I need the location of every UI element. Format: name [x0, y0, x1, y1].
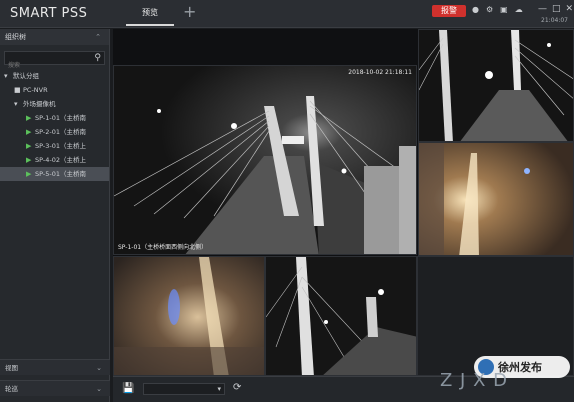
video-tile-main[interactable]: 2018-10-02 21:18:11 SP-1-01（主桥桥面西侧向北侧） — [113, 65, 417, 255]
chevron-down-icon[interactable]: ⌄ — [96, 360, 102, 376]
camera-icon: ▶ — [26, 128, 32, 136]
video-timestamp: 2018-10-02 21:18:11 — [348, 69, 412, 76]
gear-icon[interactable]: ⚙ — [486, 4, 493, 16]
app-brand: SMART PSS — [10, 6, 88, 21]
user-icon[interactable]: ● — [472, 4, 479, 16]
close-icon[interactable]: ✕ — [566, 3, 574, 15]
sidebar-header[interactable]: 组织树 ⌃ — [0, 29, 109, 45]
tab-preview[interactable]: 预览 — [126, 4, 174, 26]
folder-icon: ▾ — [14, 100, 18, 108]
camera-icon: ▶ — [26, 156, 32, 164]
search-icon[interactable]: ⚲ — [94, 52, 101, 64]
tree-row-folder[interactable]: ▾ 外场摄像机 — [0, 97, 109, 111]
layout-select[interactable]: ▾ — [143, 383, 225, 395]
minimize-icon[interactable]: — — [538, 3, 547, 15]
restore-icon[interactable]: □ — [552, 3, 561, 15]
save-view-icon[interactable]: 💾 — [122, 383, 134, 394]
video-grid: 2018-10-02 21:18:11 SP-1-01（主桥桥面西侧向北侧） — [113, 29, 574, 376]
camera-icon: ▶ — [26, 170, 32, 178]
video-tile[interactable] — [113, 256, 265, 376]
nvr-icon: ■ — [14, 86, 21, 94]
window-controls: — □ ✕ — [538, 3, 573, 15]
chevron-down-icon: ▾ — [217, 385, 221, 393]
video-tile[interactable] — [418, 29, 574, 142]
toolbar-icons: ● ⚙ ▣ ☁ — [472, 4, 523, 16]
smart-pss-window: SMART PSS 预览 + 报警 ● ⚙ ▣ ☁ — □ ✕ 21:04:07… — [0, 0, 574, 402]
device-search: ⚲ — [4, 51, 105, 72]
sidebar-footer-views[interactable]: 视图 ⌄ — [0, 359, 110, 375]
camera-icon: ▶ — [26, 114, 32, 122]
alarm-button[interactable]: 报警 — [432, 5, 466, 17]
tree-icon: ▾ — [4, 72, 8, 80]
sidebar-header-label: 组织树 — [5, 33, 26, 41]
display-icon[interactable]: ▣ — [500, 4, 508, 16]
clock: 21:04:07 — [541, 17, 568, 24]
chevron-down-icon[interactable]: ⌄ — [96, 381, 102, 397]
add-tab-button[interactable]: + — [183, 3, 196, 21]
video-tile[interactable] — [418, 142, 574, 256]
chevron-up-icon[interactable]: ⌃ — [95, 29, 101, 45]
tree-row-camera[interactable]: ▶ SP-1-01（主桥南 — [0, 111, 109, 125]
tree-row-camera[interactable]: ▶ SP-3-01（主桥上 — [0, 139, 109, 153]
tree-row-camera[interactable]: ▶ SP-2-01（主桥南 — [0, 125, 109, 139]
watermark-site: Z J X D — [440, 370, 508, 391]
refresh-icon[interactable]: ⟳ — [233, 382, 241, 393]
tree-row-camera[interactable]: ▶ SP-4-02（主桥上 — [0, 153, 109, 167]
sidebar-footer-tour[interactable]: 轮巡 ⌄ — [0, 380, 110, 396]
cloud-icon[interactable]: ☁ — [515, 4, 523, 16]
tree-row-device[interactable]: ■ PC-NVR — [0, 83, 109, 97]
sidebar: 组织树 ⌃ ⚲ ▾默认分组 ■PC-NVR ▾外场摄像机 ▶SP-1-01（主桥… — [0, 29, 110, 402]
video-tile[interactable] — [265, 256, 417, 376]
tree-row-group[interactable]: ▾ 默认分组 — [0, 69, 109, 83]
video-caption: SP-1-01（主桥桥面西侧向北侧） — [118, 244, 208, 251]
tree-row-camera-selected[interactable]: ▶ SP-5-01（主桥南 — [0, 167, 109, 181]
title-bar: SMART PSS 预览 + 报警 ● ⚙ ▣ ☁ — □ ✕ 21:04:07 — [0, 0, 574, 28]
camera-icon: ▶ — [26, 142, 32, 150]
